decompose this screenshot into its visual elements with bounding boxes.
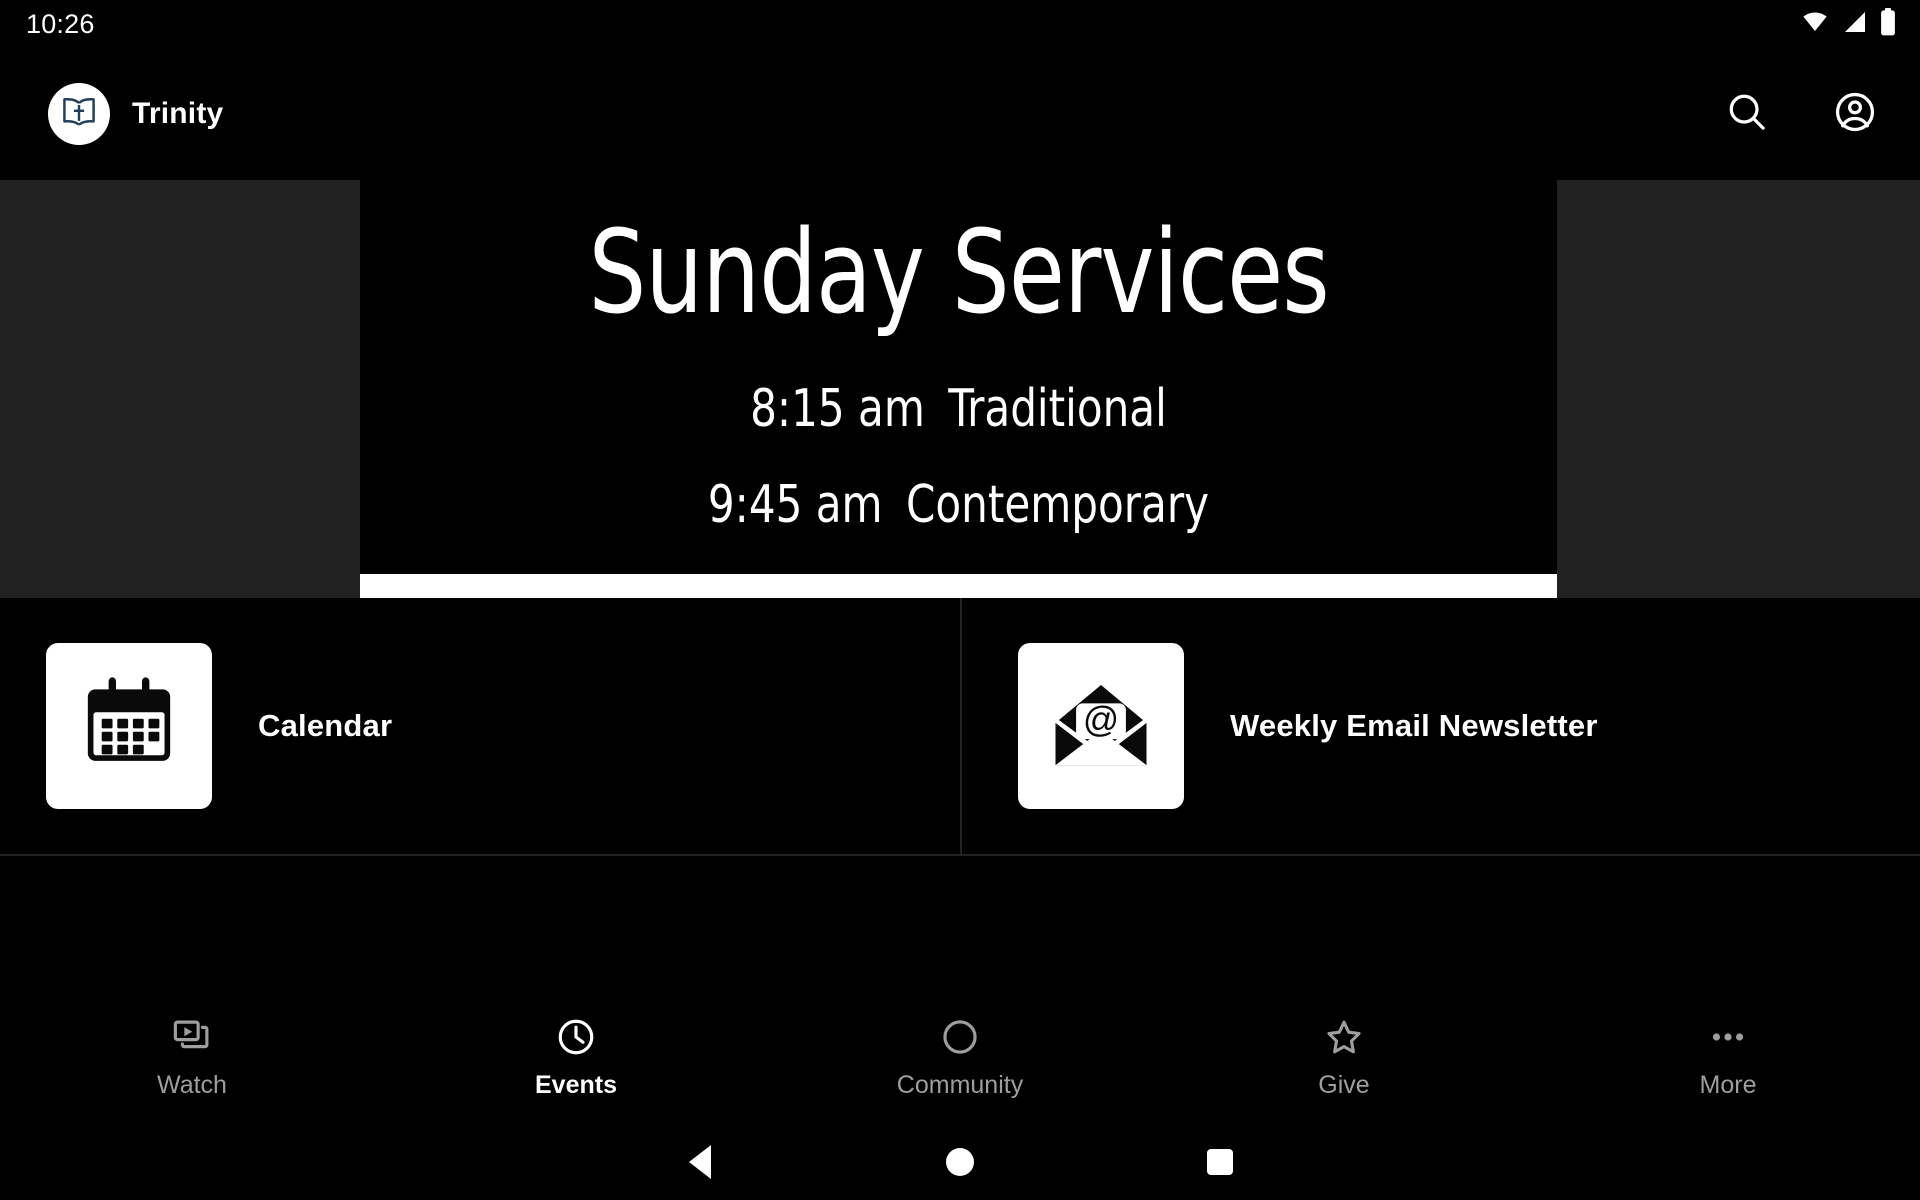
newsletter-tile-icon-box: @ [1018, 643, 1184, 809]
app-root: 10:26 Trinity Sunday Services 8:15 am Tr… [0, 0, 1920, 1200]
more-horizontal-icon [1707, 1017, 1749, 1057]
service-time-1: 8:15 am [750, 379, 925, 439]
service-name-2: Contemporary [906, 475, 1210, 535]
open-bible-cross-icon [60, 96, 98, 133]
nav-item-watch-label: Watch [157, 1070, 227, 1099]
account-button[interactable] [1826, 85, 1884, 143]
calendar-icon [77, 672, 181, 781]
tile-calendar-label: Calendar [258, 708, 393, 743]
nav-item-community-label: Community [896, 1070, 1024, 1099]
app-bar-actions [1718, 85, 1884, 143]
app-name: Trinity [132, 97, 224, 130]
circle-home-icon [946, 1148, 974, 1176]
video-library-icon [171, 1017, 213, 1057]
hero-banner[interactable]: Sunday Services 8:15 am Traditional 9:45 … [0, 180, 1920, 598]
tile-calendar[interactable]: Calendar [0, 598, 960, 854]
status-clock: 10:26 [26, 8, 95, 39]
tile-newsletter-label: Weekly Email Newsletter [1230, 708, 1598, 743]
account-circle-icon [1832, 89, 1878, 140]
square-recents-icon [1207, 1149, 1233, 1175]
nav-item-give[interactable]: Give [1152, 1017, 1536, 1100]
hero-image: Sunday Services 8:15 am Traditional 9:45 … [360, 180, 1557, 598]
app-bar: Trinity [0, 48, 1920, 180]
search-icon [1724, 89, 1770, 140]
svg-text:@: @ [1083, 699, 1119, 739]
brand[interactable]: Trinity [48, 83, 223, 145]
status-icons [1800, 7, 1896, 41]
hero-title: Sunday Services [588, 206, 1329, 340]
status-bar: 10:26 [0, 0, 1920, 48]
hero-service-line-1: 8:15 am Traditional [750, 383, 1167, 435]
system-navigation-bar [0, 1124, 1920, 1200]
quick-links-row: Calendar @ Weekly Email Newsletter [0, 598, 1920, 856]
nav-item-events-label: Events [535, 1070, 617, 1099]
calendar-tile-icon-box [46, 643, 212, 809]
app-logo [48, 83, 110, 145]
clock-icon [555, 1017, 597, 1057]
nav-item-more[interactable]: More [1536, 1017, 1920, 1100]
recents-button[interactable] [1090, 1149, 1350, 1175]
triangle-back-icon [689, 1145, 711, 1179]
nav-item-community[interactable]: Community [768, 1017, 1152, 1100]
nav-item-events[interactable]: Events [384, 1017, 768, 1100]
search-button[interactable] [1718, 85, 1776, 143]
nav-item-give-label: Give [1318, 1070, 1370, 1099]
cellular-signal-icon [1842, 10, 1868, 39]
nav-item-watch[interactable]: Watch [0, 1017, 384, 1100]
service-time-2: 9:45 am [707, 475, 883, 535]
service-name-1: Traditional [948, 379, 1167, 439]
email-at-envelope-icon: @ [1049, 672, 1153, 781]
tile-newsletter[interactable]: @ Weekly Email Newsletter [960, 598, 1920, 854]
hero-accent-bar [360, 574, 1557, 598]
battery-icon [1880, 7, 1896, 41]
bottom-navigation: Watch Events Community Give More [0, 992, 1920, 1124]
star-outline-icon [1323, 1017, 1365, 1057]
nav-item-more-label: More [1699, 1070, 1757, 1099]
wifi-icon [1800, 10, 1830, 39]
hero-service-line-2: 9:45 am Contemporary [708, 479, 1209, 531]
back-button[interactable] [570, 1145, 830, 1179]
circle-outline-icon [939, 1017, 981, 1057]
home-button[interactable] [830, 1148, 1090, 1176]
